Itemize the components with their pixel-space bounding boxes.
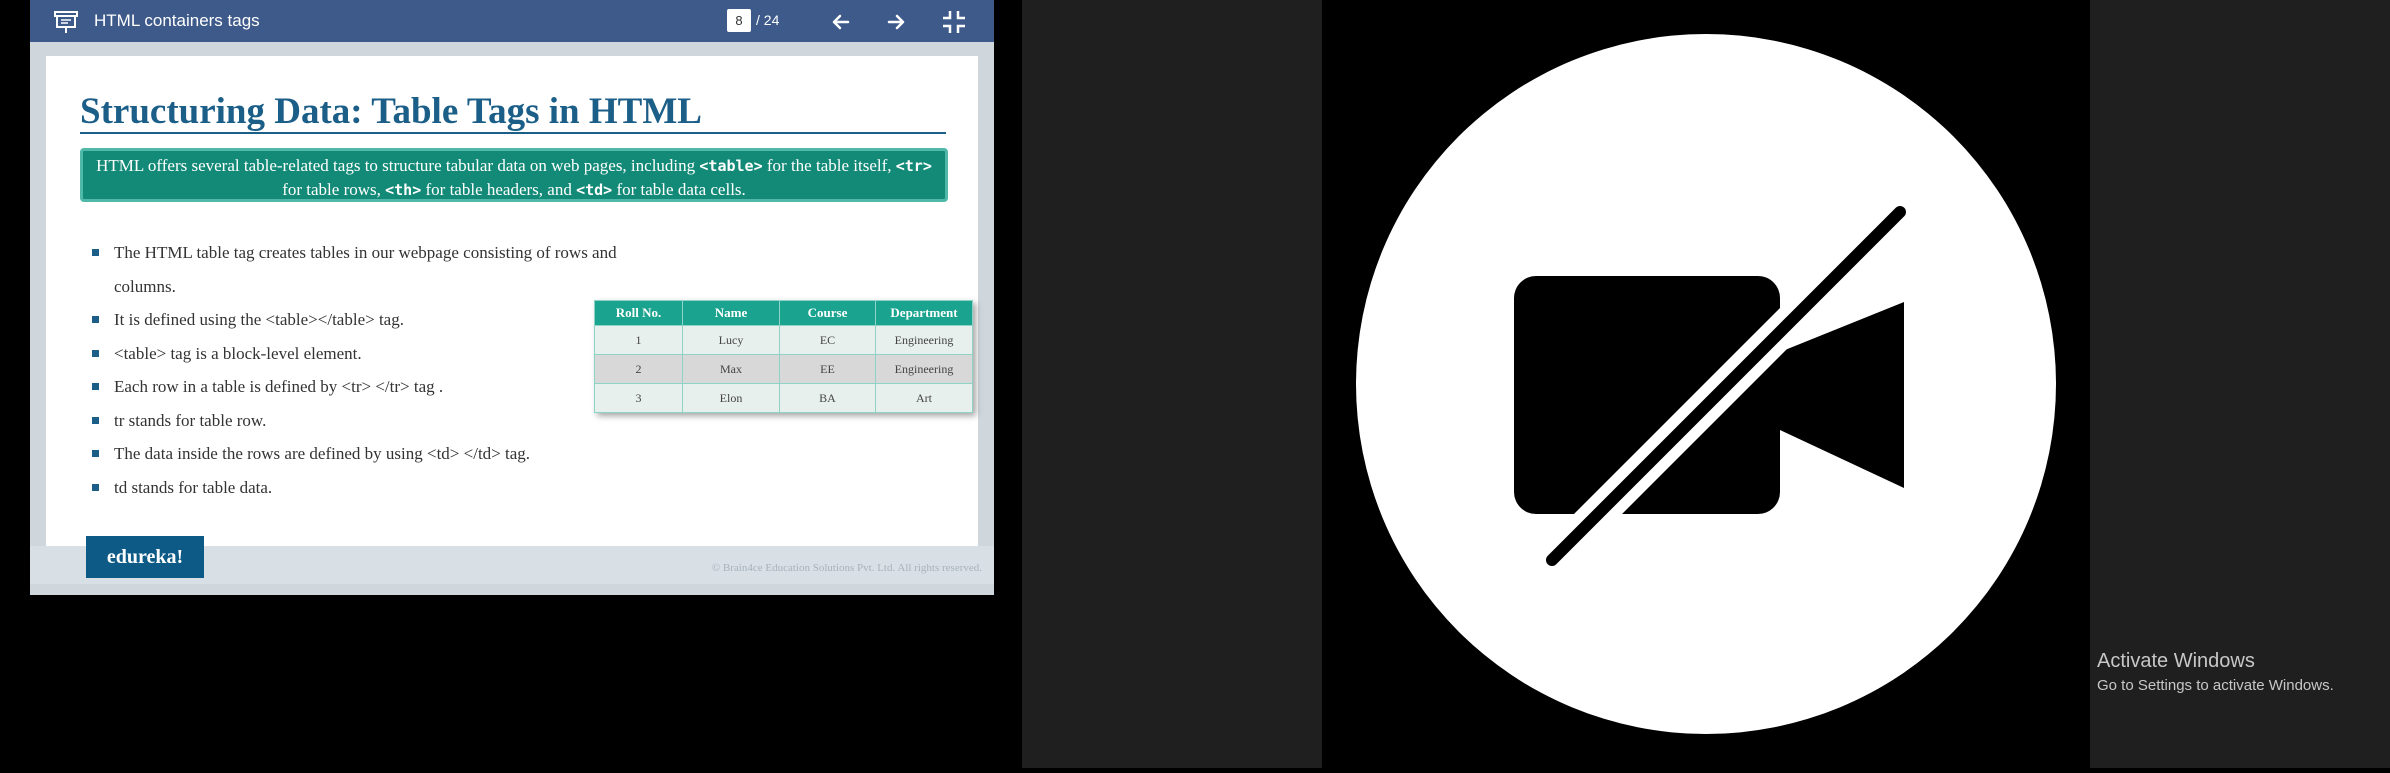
table-cell: Art bbox=[875, 383, 973, 413]
example-table: Roll No. Name Course Department 1 Lucy E… bbox=[594, 300, 973, 413]
table-cell: Lucy bbox=[682, 325, 780, 355]
table-header-cell: Department bbox=[875, 300, 973, 326]
slide: Structuring Data: Table Tags in HTML HTM… bbox=[46, 56, 978, 546]
table-row: 1 Lucy EC Engineering bbox=[594, 325, 973, 355]
intro-code-tr: <tr> bbox=[895, 157, 932, 175]
intro-text: HTML offers several table-related tags t… bbox=[96, 156, 700, 175]
title-divider bbox=[80, 132, 946, 134]
table-cell: 1 bbox=[594, 325, 683, 355]
bullet-item: tr stands for table row. bbox=[90, 404, 620, 438]
bullet-item: The data inside the rows are defined by … bbox=[90, 437, 620, 471]
intro-text: for table rows, bbox=[282, 180, 386, 199]
intro-code-th: <th> bbox=[385, 181, 422, 199]
copyright-text: © Brain4ce Education Solutions Pvt. Ltd.… bbox=[711, 562, 982, 574]
collapse-icon bbox=[943, 11, 965, 33]
activate-windows-watermark: Activate Windows Go to Settings to activ… bbox=[2097, 650, 2334, 694]
exit-fullscreen-button[interactable] bbox=[940, 8, 968, 36]
intro-text: for the table itself, bbox=[762, 156, 896, 175]
table-header-cell: Name bbox=[682, 300, 780, 326]
table-cell: Max bbox=[682, 354, 780, 384]
bullet-item: td stands for table data. bbox=[90, 471, 620, 505]
slide-frame: Structuring Data: Table Tags in HTML HTM… bbox=[30, 42, 994, 595]
camera-off-icon bbox=[1356, 34, 2056, 734]
intro-code-table: <table> bbox=[699, 157, 763, 175]
arrow-right-icon bbox=[887, 14, 905, 30]
table-cell: 2 bbox=[594, 354, 683, 384]
intro-code-td: <td> bbox=[576, 181, 613, 199]
table-cell: EC bbox=[779, 325, 876, 355]
intro-text: for table headers, and bbox=[421, 180, 577, 199]
page-number-input[interactable]: 8 bbox=[727, 9, 751, 32]
intro-text: for table data cells. bbox=[612, 180, 746, 199]
table-cell: 3 bbox=[594, 383, 683, 413]
table-cell: Elon bbox=[682, 383, 780, 413]
slide-title: Structuring Data: Table Tags in HTML bbox=[80, 91, 702, 132]
viewer-toolbar: HTML containers tags 8 / 24 bbox=[30, 0, 994, 42]
page-total: / 24 bbox=[756, 12, 780, 28]
table-cell: Engineering bbox=[875, 325, 973, 355]
intro-callout: HTML offers several table-related tags t… bbox=[80, 148, 948, 202]
presentation-title: HTML containers tags bbox=[94, 11, 260, 30]
camera-tile bbox=[1322, 0, 2090, 768]
previous-slide-button[interactable] bbox=[827, 8, 855, 36]
watermark-subtitle: Go to Settings to activate Windows. bbox=[2097, 677, 2334, 694]
presentation-viewer: HTML containers tags 8 / 24 Structuring … bbox=[30, 0, 994, 595]
table-row: 2 Max EE Engineering bbox=[594, 354, 973, 384]
table-row: 3 Elon BA Art bbox=[594, 383, 973, 413]
bullet-item: <table> tag is a block-level element. bbox=[90, 337, 620, 371]
table-cell: Engineering bbox=[875, 354, 973, 384]
bullet-item: It is defined using the <table></table> … bbox=[90, 303, 620, 337]
table-header-cell: Course bbox=[779, 300, 876, 326]
presentation-icon bbox=[52, 8, 80, 36]
table-header-cell: Roll No. bbox=[594, 300, 683, 326]
bullet-item: Each row in a table is defined by <tr> <… bbox=[90, 370, 620, 404]
bullet-item: The HTML table tag creates tables in our… bbox=[90, 236, 620, 303]
bullet-list: The HTML table tag creates tables in our… bbox=[90, 236, 620, 504]
table-header-row: Roll No. Name Course Department bbox=[594, 300, 973, 326]
arrow-left-icon bbox=[832, 14, 850, 30]
edureka-logo: edureka! bbox=[86, 536, 204, 578]
table-cell: EE bbox=[779, 354, 876, 384]
next-slide-button[interactable] bbox=[882, 8, 910, 36]
watermark-title: Activate Windows bbox=[2097, 650, 2255, 672]
table-cell: BA bbox=[779, 383, 876, 413]
side-panel-left bbox=[1022, 0, 1322, 768]
